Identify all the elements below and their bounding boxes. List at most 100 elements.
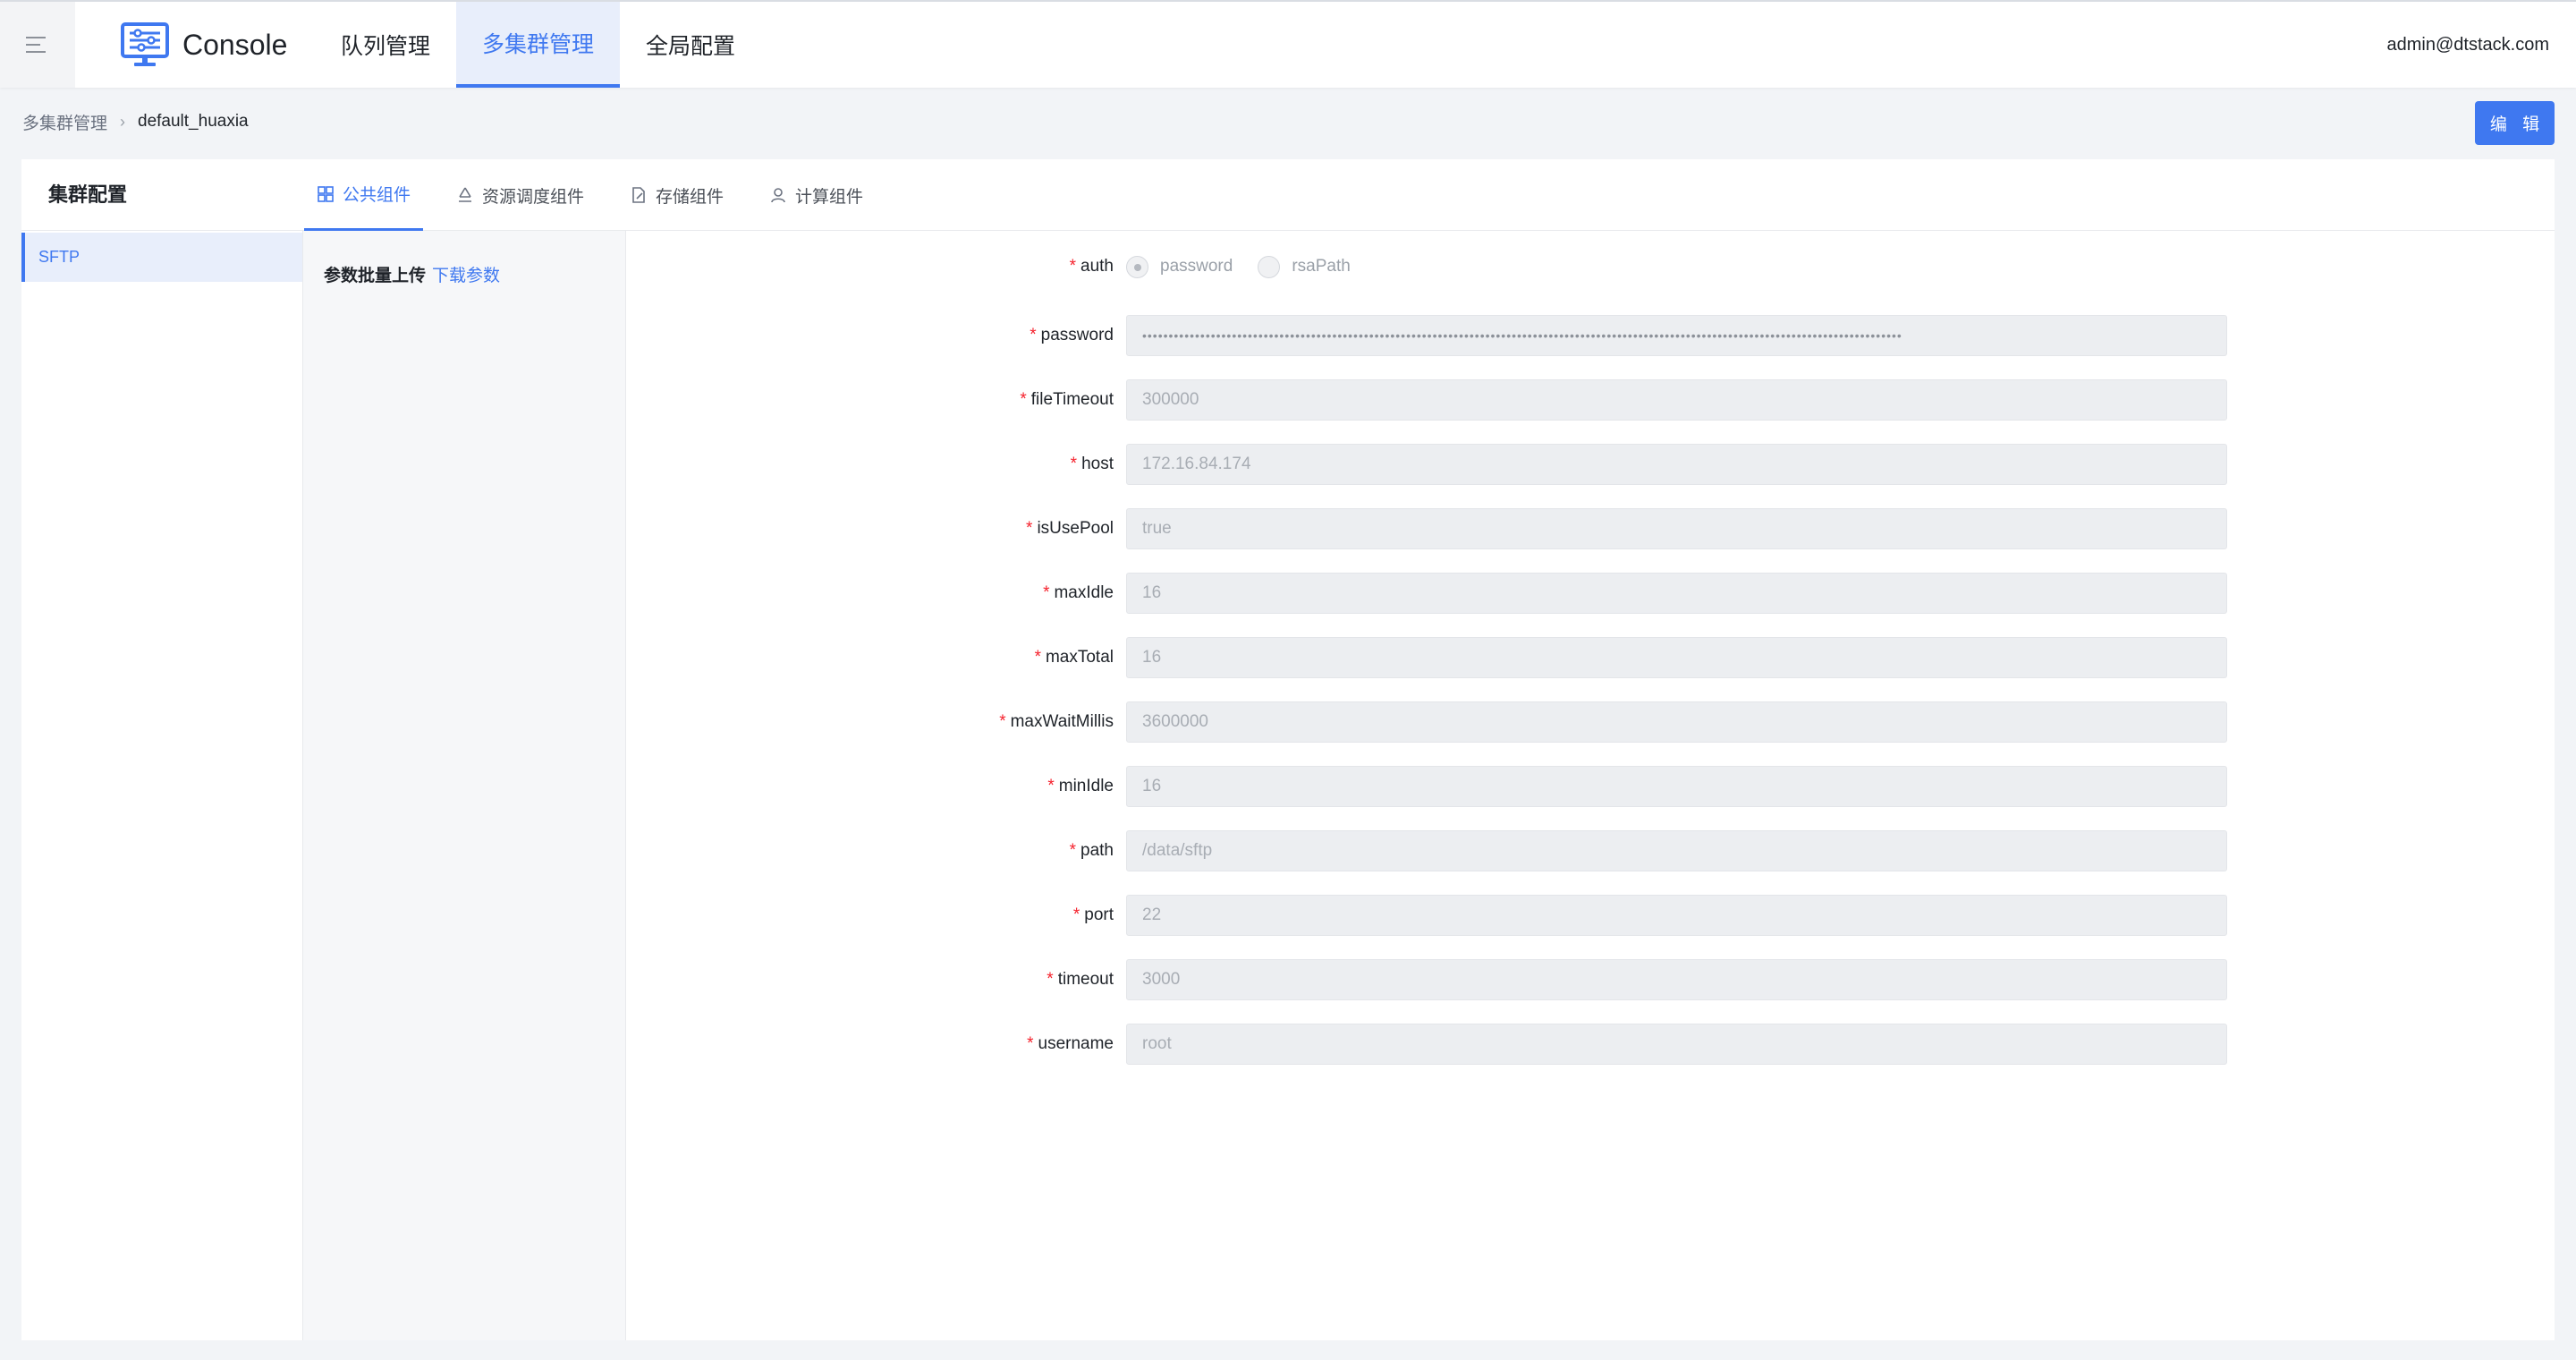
sftp-config-form: * auth password rsaPath * password •••••••…: [626, 231, 2555, 1340]
form-row-filetimeout: * fileTimeout 300000: [626, 379, 2555, 421]
upload-column: 参数批量上传 下载参数: [303, 231, 626, 1340]
password-field[interactable]: ••••••••••••••••••••••••••••••••••••••••…: [1126, 315, 2227, 356]
form-row-maxidle: * maxIdle 16: [626, 573, 2555, 614]
app-logo[interactable]: Console: [120, 20, 287, 70]
field-label: * maxWaitMillis: [626, 712, 1126, 732]
timeout-field[interactable]: 3000: [1126, 959, 2227, 1000]
field-label: * minIdle: [626, 777, 1126, 796]
tab-label: 资源调度组件: [482, 187, 585, 207]
filetimeout-field[interactable]: 300000: [1126, 379, 2227, 421]
nav-item-queue[interactable]: 队列管理: [315, 2, 456, 88]
field-label: * isUsePool: [626, 519, 1126, 539]
menu-toggle-button[interactable]: [0, 2, 75, 88]
required-mark: *: [1069, 257, 1077, 276]
form-row-password: * password ••••••••••••••••••••••••••••••…: [626, 315, 2555, 356]
field-label: * port: [626, 905, 1126, 925]
tab-label: 存储组件: [656, 187, 724, 207]
path-field[interactable]: /data/sftp: [1126, 830, 2227, 871]
field-label: * password: [626, 326, 1126, 345]
field-label: * maxIdle: [626, 583, 1126, 603]
top-bar: Console 队列管理 多集群管理 全局配置 admin@dtstack.co…: [0, 0, 2576, 88]
nav-item-global-config[interactable]: 全局配置: [620, 2, 761, 88]
app-title: Console: [182, 28, 288, 61]
maxidle-field[interactable]: 16: [1126, 573, 2227, 614]
sidebar-title: 集群配置: [48, 183, 128, 206]
breadcrumb: 多集群管理 › default_huaxia: [22, 110, 249, 134]
field-label-text: timeout: [1057, 970, 1114, 989]
form-row-isusepool: * isUsePool true: [626, 508, 2555, 549]
field-label: * auth: [626, 257, 1126, 276]
required-mark: *: [1043, 583, 1050, 602]
field-label-text: path: [1080, 841, 1114, 860]
isusepool-field[interactable]: true: [1126, 508, 2227, 549]
maxwaitmillis-field[interactable]: 3600000: [1126, 701, 2227, 743]
required-mark: *: [1030, 326, 1037, 344]
nav-item-multi-cluster[interactable]: 多集群管理: [456, 2, 621, 88]
breadcrumb-current: default_huaxia: [138, 112, 249, 131]
form-row-auth: * auth password rsaPath: [626, 246, 2555, 287]
radio-unchecked-icon: [1258, 255, 1281, 278]
host-field[interactable]: 172.16.84.174: [1126, 444, 2227, 485]
required-mark: *: [1070, 455, 1078, 473]
user-email[interactable]: admin@dtstack.com: [2387, 2, 2549, 88]
param-upload-label: 参数批量上传: [324, 267, 427, 285]
menu-icon: [26, 37, 46, 53]
grid-icon: [318, 185, 334, 202]
cluster-config-panel: 集群配置 公共组件 资源调度组件 存储组件 计算组件 SFTP 参数批量上传 下…: [21, 159, 2555, 1340]
tab-common-components[interactable]: 公共组件: [304, 159, 424, 231]
field-label: * maxTotal: [626, 648, 1126, 667]
field-label-text: maxTotal: [1045, 648, 1114, 667]
field-label-text: username: [1038, 1034, 1114, 1053]
sidebar-item-sftp[interactable]: SFTP: [21, 233, 302, 282]
field-label-text: host: [1081, 455, 1114, 473]
form-row-maxtotal: * maxTotal 16: [626, 637, 2555, 678]
breadcrumb-parent[interactable]: 多集群管理: [22, 110, 107, 134]
field-label: * fileTimeout: [626, 390, 1126, 410]
auth-radio-group: password rsaPath: [1126, 255, 1376, 278]
auth-radio-rsapath[interactable]: rsaPath: [1258, 255, 1351, 278]
required-mark: *: [1026, 519, 1033, 538]
field-label-text: minIdle: [1058, 777, 1114, 795]
field-label: * username: [626, 1034, 1126, 1054]
recycle-icon: [459, 187, 472, 202]
field-label-text: isUsePool: [1037, 519, 1114, 538]
field-label-text: auth: [1080, 257, 1114, 276]
field-label-text: fileTimeout: [1030, 390, 1114, 409]
radio-label: rsaPath: [1292, 257, 1351, 276]
file-edit-icon: [632, 187, 645, 203]
form-row-path: * path /data/sftp: [626, 830, 2555, 871]
required-mark: *: [1047, 777, 1055, 795]
edit-button[interactable]: 编 辑: [2475, 101, 2555, 145]
required-mark: *: [999, 712, 1006, 731]
form-row-maxwaitmillis: * maxWaitMillis 3600000: [626, 701, 2555, 743]
required-mark: *: [1072, 905, 1080, 924]
tab-resource-scheduling[interactable]: 资源调度组件: [444, 159, 597, 231]
form-row-port: * port 22: [626, 895, 2555, 936]
field-label-text: maxIdle: [1054, 583, 1114, 602]
tab-label: 公共组件: [343, 186, 411, 205]
form-row-username: * username root: [626, 1024, 2555, 1065]
required-mark: *: [1020, 390, 1027, 409]
tab-label: 计算组件: [795, 187, 864, 207]
field-label: * host: [626, 455, 1126, 474]
form-row-minidle: * minIdle 16: [626, 766, 2555, 807]
auth-radio-password[interactable]: password: [1126, 255, 1233, 278]
download-params-link[interactable]: 下载参数: [432, 262, 500, 286]
form-row-timeout: * timeout 3000: [626, 959, 2555, 1000]
field-label-text: maxWaitMillis: [1010, 712, 1114, 731]
required-mark: *: [1027, 1034, 1034, 1053]
cluster-sidebar: SFTP: [21, 231, 303, 1340]
port-field[interactable]: 22: [1126, 895, 2227, 936]
form-row-host: * host 172.16.84.174: [626, 444, 2555, 485]
field-label-text: port: [1084, 905, 1114, 924]
field-label: * timeout: [626, 970, 1126, 990]
maxtotal-field[interactable]: 16: [1126, 637, 2227, 678]
minidle-field[interactable]: 16: [1126, 766, 2227, 807]
username-field[interactable]: root: [1126, 1024, 2227, 1065]
breadcrumb-separator-icon: ›: [120, 112, 126, 131]
field-label-text: password: [1040, 326, 1114, 344]
tab-compute-components[interactable]: 计算组件: [757, 159, 876, 231]
tab-storage-components[interactable]: 存储组件: [617, 159, 736, 231]
required-mark: *: [1046, 970, 1054, 989]
required-mark: *: [1034, 648, 1041, 667]
